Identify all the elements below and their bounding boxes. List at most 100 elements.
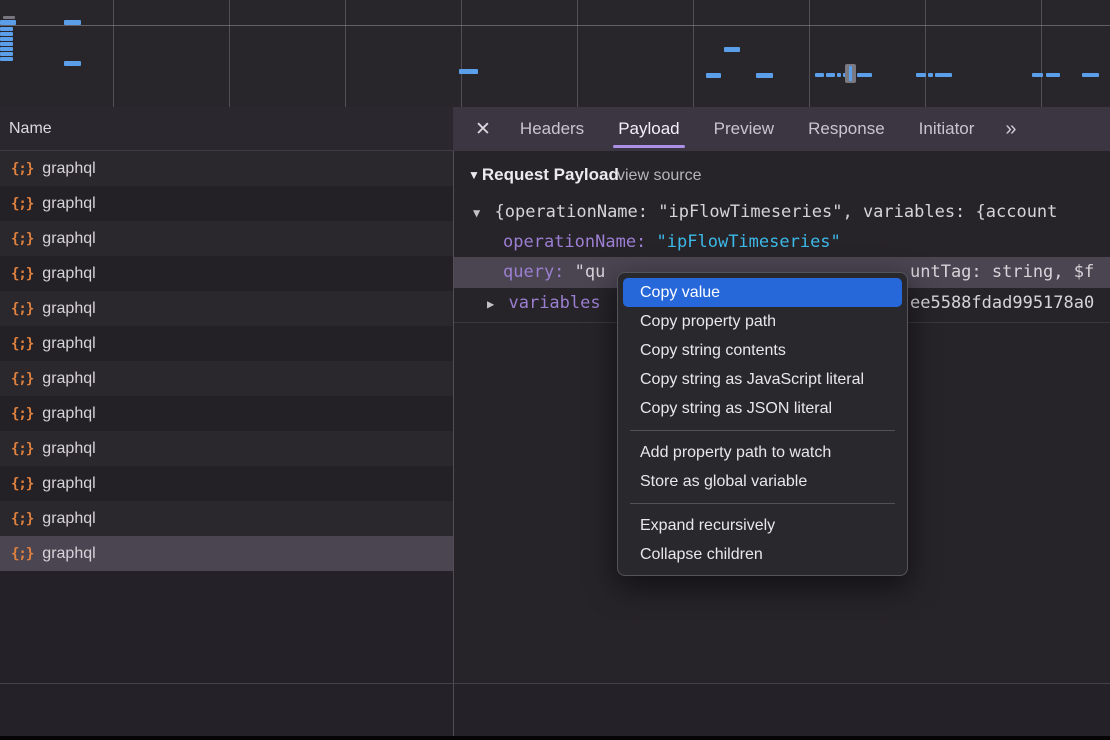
root-object-preview: {operationName: "ipFlowTimeseries", vari… (494, 202, 1057, 222)
more-tabs-icon[interactable]: » (1005, 118, 1014, 141)
overview-vertical-gridline (1041, 0, 1042, 107)
overview-request-bar (64, 61, 81, 66)
overview-request-bar (0, 42, 13, 46)
overview-request-bar (0, 27, 13, 31)
tab-headers[interactable]: Headers (520, 107, 584, 151)
collapsed-arrow-icon[interactable]: ▶ (487, 297, 494, 311)
overview-request-bar (916, 73, 926, 77)
request-name-label: graphql (42, 300, 95, 318)
overview-vertical-gridline (693, 0, 694, 107)
request-name-label: graphql (42, 440, 95, 458)
tree-row-root[interactable]: ▼ {operationName: "ipFlowTimeseries", va… (454, 197, 1110, 227)
operationname-value: "ipFlowTimeseries" (657, 232, 841, 252)
view-source-link[interactable]: view source (617, 167, 701, 185)
overview-request-bar (0, 47, 13, 51)
request-payload-section-title[interactable]: ▼Request Payload (468, 165, 619, 185)
footer-divider (0, 683, 1110, 684)
close-details-icon[interactable]: ✕ (475, 118, 491, 141)
overview-request-bar (459, 69, 478, 74)
overview-request-bar (857, 73, 872, 77)
request-row[interactable]: {;} graphql (0, 256, 453, 291)
overview-horizontal-gridline (0, 25, 1110, 26)
request-name-label: graphql (42, 265, 95, 283)
overview-request-bar (1082, 73, 1099, 77)
menu-item-copy-string-as-json-literal[interactable]: Copy string as JSON literal (618, 394, 907, 423)
details-tab-bar: ✕ Headers Payload Preview Response Initiator… (453, 107, 1110, 151)
query-value-right: untTag: string, $f (910, 257, 1094, 288)
menu-item-copy-value[interactable]: Copy value (623, 278, 902, 307)
menu-item-copy-string-as-javascript-literal[interactable]: Copy string as JavaScript literal (618, 365, 907, 394)
request-name-label: graphql (42, 335, 95, 353)
request-row[interactable]: {;}graphql (0, 361, 453, 396)
devtools-network-panel: Name ✕ Headers Payload Preview Response Init… (0, 0, 1110, 740)
request-row[interactable]: {;}graphql (0, 291, 453, 326)
json-request-icon: {;} (11, 266, 33, 282)
overview-request-bar (0, 20, 16, 25)
json-request-icon: {;} (11, 441, 33, 457)
overview-vertical-gridline (113, 0, 114, 107)
request-name-label: graphql (42, 545, 95, 563)
overview-hover-marker (845, 64, 856, 83)
request-row[interactable]: {;} graphql (0, 431, 453, 466)
json-request-icon: {;} (11, 231, 33, 247)
query-value-left: "qu (575, 262, 606, 282)
request-name-label: graphql (42, 195, 95, 213)
request-row[interactable]: {;}graphql (0, 466, 453, 501)
overview-request-bar (0, 52, 13, 56)
overview-request-bar (0, 37, 13, 41)
overview-vertical-gridline (925, 0, 926, 107)
request-name-label: graphql (42, 475, 95, 493)
menu-divider (630, 503, 895, 504)
overview-request-bar (928, 73, 933, 77)
menu-item-copy-string-contents[interactable]: Copy string contents (618, 336, 907, 365)
json-request-icon: {;} (11, 546, 33, 562)
tab-initiator[interactable]: Initiator (919, 107, 975, 151)
overview-request-bar (826, 73, 835, 77)
menu-divider (630, 430, 895, 431)
variables-key: variables (508, 293, 600, 313)
request-row[interactable]: {;} graphql (0, 501, 453, 536)
expanded-arrow-icon[interactable]: ▼ (473, 206, 480, 220)
menu-item-add-property-path-to-watch[interactable]: Add property path to watch (618, 438, 907, 467)
network-overview-timeline[interactable] (0, 0, 1110, 108)
request-row[interactable]: {;}graphql (0, 326, 453, 361)
menu-item-expand-recursively[interactable]: Expand recursively (618, 511, 907, 540)
request-row[interactable]: {;}graphql (0, 186, 453, 221)
request-name-label: graphql (42, 230, 95, 248)
overview-request-bar (756, 73, 773, 78)
overview-request-bar (0, 32, 13, 36)
overview-request-bar (0, 57, 13, 61)
request-list: {;} graphql {;} graphql {;} graphql {;} graphql… (0, 151, 453, 683)
request-name-label: graphql (42, 370, 95, 388)
overview-request-bar (3, 16, 15, 19)
json-request-icon: {;} (11, 511, 33, 527)
overview-request-bar (724, 47, 740, 52)
overview-request-bar (935, 73, 952, 77)
overview-request-bar (815, 73, 824, 77)
request-row[interactable]: {;} graphql (0, 221, 453, 256)
query-key: query: (503, 262, 564, 282)
name-column-header[interactable]: Name (0, 107, 453, 151)
overview-vertical-gridline (577, 0, 578, 107)
request-row[interactable]: {;}graphql (0, 151, 453, 186)
window-bottom-edge (0, 736, 1110, 740)
overview-request-bar (1032, 73, 1043, 77)
tab-preview[interactable]: Preview (714, 107, 774, 151)
tab-response[interactable]: Response (808, 107, 885, 151)
tree-row-operationname[interactable]: operationName: "ipFlowTimeseries" (454, 227, 1110, 257)
overview-marker-bar (849, 66, 852, 81)
request-row[interactable]: {;}graphql (0, 396, 453, 431)
request-row[interactable]: {;} graphql (0, 536, 453, 571)
disclosure-triangle-icon[interactable]: ▼ (468, 168, 480, 182)
overview-vertical-gridline (809, 0, 810, 107)
tab-payload[interactable]: Payload (618, 107, 679, 151)
request-name-label: graphql (42, 510, 95, 528)
overview-vertical-gridline (229, 0, 230, 107)
context-menu: Copy valueCopy property pathCopy string … (617, 272, 908, 576)
menu-item-store-as-global-variable[interactable]: Store as global variable (618, 467, 907, 496)
overview-vertical-gridline (461, 0, 462, 107)
menu-item-copy-property-path[interactable]: Copy property path (618, 307, 907, 336)
overview-request-bar (837, 73, 841, 77)
menu-item-collapse-children[interactable]: Collapse children (618, 540, 907, 569)
operationname-key: operationName: (503, 232, 646, 252)
